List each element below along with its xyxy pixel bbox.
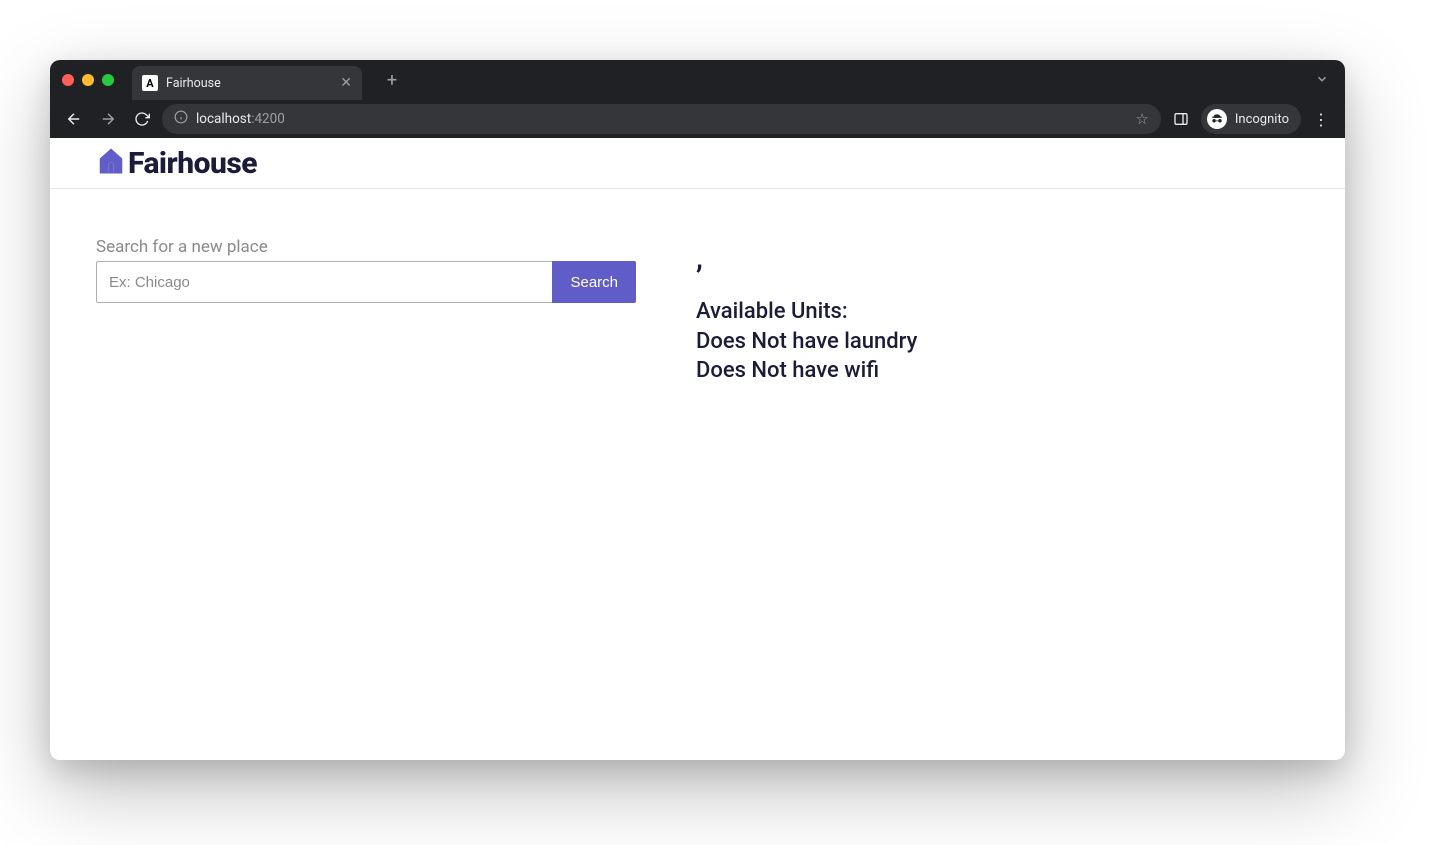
tab-title: Fairhouse <box>166 76 332 91</box>
incognito-label: Incognito <box>1235 112 1289 127</box>
tab-overflow-button[interactable] <box>1315 72 1329 89</box>
minimize-window-button[interactable] <box>82 74 94 86</box>
window-controls <box>62 74 114 86</box>
address-bar[interactable]: localhost:4200 ☆ <box>162 104 1161 134</box>
browser-toolbar: localhost:4200 ☆ Incognito ⋮ <box>50 100 1345 138</box>
incognito-indicator[interactable]: Incognito <box>1201 104 1301 134</box>
back-button[interactable] <box>60 105 88 133</box>
available-units-line: Available Units: <box>696 297 917 327</box>
new-tab-button[interactable]: + <box>378 70 406 91</box>
listing-details: , Available Units: Does Not have laundry… <box>696 237 917 386</box>
search-section: Search for a new place Search <box>96 237 636 386</box>
url-host: localhost:4200 <box>196 111 285 127</box>
close-window-button[interactable] <box>62 74 74 86</box>
search-label: Search for a new place <box>96 237 636 257</box>
search-button[interactable]: Search <box>552 261 636 303</box>
incognito-icon <box>1207 109 1227 129</box>
browser-menu-button[interactable]: ⋮ <box>1307 110 1335 129</box>
close-tab-button[interactable]: ✕ <box>340 75 352 91</box>
titlebar: A Fairhouse ✕ + <box>50 60 1345 100</box>
search-form: Search <box>96 261 636 303</box>
search-input[interactable] <box>96 261 552 303</box>
browser-tab[interactable]: A Fairhouse ✕ <box>132 66 362 100</box>
side-panel-button[interactable] <box>1167 111 1195 127</box>
reload-button[interactable] <box>128 105 156 133</box>
main-content: Search for a new place Search , Availabl… <box>50 189 1345 434</box>
tab-favicon: A <box>142 75 158 91</box>
house-icon <box>96 144 126 182</box>
app-header: Fairhouse <box>50 138 1345 189</box>
page-viewport: Fairhouse Search for a new place Search … <box>50 138 1345 760</box>
listing-location: , <box>696 245 917 273</box>
maximize-window-button[interactable] <box>102 74 114 86</box>
wifi-line: Does Not have wifi <box>696 356 917 386</box>
laundry-line: Does Not have laundry <box>696 327 917 357</box>
bookmark-button[interactable]: ☆ <box>1135 110 1148 128</box>
brand-name: Fairhouse <box>128 146 257 181</box>
forward-button[interactable] <box>94 105 122 133</box>
site-info-icon[interactable] <box>174 110 188 128</box>
browser-window: A Fairhouse ✕ + localhost:4200 ☆ <box>50 60 1345 760</box>
